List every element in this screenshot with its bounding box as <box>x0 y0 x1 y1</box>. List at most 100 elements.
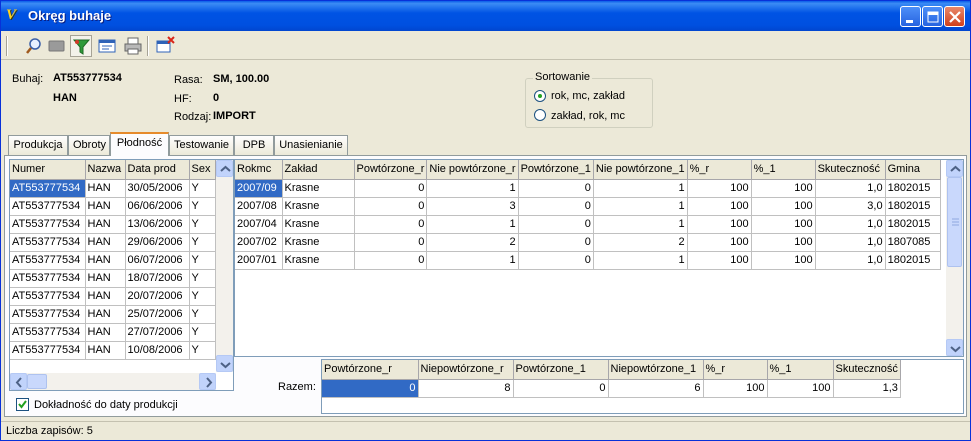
table-cell[interactable]: 1 <box>593 251 688 270</box>
totals-cell[interactable]: 1,3 <box>833 379 901 398</box>
table-row[interactable]: 2007/01 Krasne 0 1 0 1 100 100 1,0 1802015 <box>235 251 941 270</box>
table-cell[interactable]: Y <box>189 179 216 198</box>
totals-header-powtorzone-r[interactable]: Powtórzone_r <box>322 360 419 380</box>
scroll-up-button[interactable] <box>946 160 963 177</box>
table-cell[interactable]: 25/07/2006 <box>125 305 190 324</box>
table-row[interactable]: 2007/02 Krasne 0 2 0 2 100 100 1,0 1807085 <box>235 233 941 252</box>
table-cell[interactable]: 13/06/2006 <box>125 215 190 234</box>
table-cell[interactable]: 0 <box>354 179 428 198</box>
table-cell[interactable]: 0 <box>354 215 428 234</box>
table-row[interactable]: AT553777534 HAN 29/06/2006 Y <box>10 233 216 252</box>
table-cell[interactable]: 2 <box>426 233 519 252</box>
tab-unasienianie[interactable]: Unasienianie <box>274 135 348 155</box>
table-cell[interactable]: Y <box>189 341 216 360</box>
col-header-gmina[interactable]: Gmina <box>885 160 941 180</box>
totals-cell[interactable]: 100 <box>703 379 768 398</box>
vscroll-thumb[interactable] <box>947 177 962 267</box>
tab-obroty[interactable]: Obroty <box>68 135 110 155</box>
table-cell[interactable]: 1802015 <box>885 197 941 216</box>
scroll-down-button[interactable] <box>946 339 963 356</box>
col-header-skutecznosc[interactable]: Skuteczność <box>815 160 886 180</box>
totals-header-pct-r[interactable]: %_r <box>703 360 768 380</box>
scroll-right-button[interactable] <box>199 373 216 390</box>
table-cell[interactable]: AT553777534 <box>10 251 86 270</box>
table-cell[interactable]: 1802015 <box>885 251 941 270</box>
totals-cell[interactable]: 6 <box>608 379 704 398</box>
totals-cell[interactable]: 0 <box>322 379 419 398</box>
table-cell[interactable]: Y <box>189 305 216 324</box>
table-cell[interactable]: HAN <box>85 197 126 216</box>
table-cell[interactable]: 0 <box>518 233 594 252</box>
table-cell[interactable]: 0 <box>518 215 594 234</box>
table-cell[interactable]: HAN <box>85 269 126 288</box>
table-cell[interactable]: 29/06/2006 <box>125 233 190 252</box>
totals-header-powtorzone-1[interactable]: Powtórzone_1 <box>513 360 609 380</box>
table-cell[interactable]: AT553777534 <box>10 233 86 252</box>
table-row[interactable]: AT553777534 HAN 06/07/2006 Y <box>10 251 216 270</box>
form-button[interactable] <box>96 35 118 57</box>
table-row[interactable]: AT553777534 HAN 25/07/2006 Y <box>10 305 216 324</box>
table-cell[interactable]: 1802015 <box>885 179 941 198</box>
table-cell[interactable]: 100 <box>751 251 816 270</box>
totals-header-niepowtorzone-r[interactable]: Niepowtórzone_r <box>418 360 514 380</box>
table-row[interactable]: AT553777534 HAN 18/07/2006 Y <box>10 269 216 288</box>
table-cell[interactable]: 10/08/2006 <box>125 341 190 360</box>
table-cell[interactable]: Krasne <box>282 215 355 234</box>
tab-dpb[interactable]: DPB <box>234 135 274 155</box>
table-cell[interactable]: AT553777534 <box>10 179 86 198</box>
totals-header-pct-1[interactable]: %_1 <box>767 360 834 380</box>
table-cell[interactable]: AT553777534 <box>10 305 86 324</box>
table-cell[interactable]: 2007/02 <box>235 233 283 252</box>
table-cell[interactable]: 100 <box>687 197 752 216</box>
col-header-zaklad[interactable]: Zakład <box>282 160 355 180</box>
table-cell[interactable]: 06/07/2006 <box>125 251 190 270</box>
sort-option-zaklad-label[interactable]: zakład, rok, mc <box>551 110 625 122</box>
totals-cell[interactable]: 100 <box>767 379 834 398</box>
table-cell[interactable]: Krasne <box>282 179 355 198</box>
table-cell[interactable]: 100 <box>751 197 816 216</box>
table-row[interactable]: 2007/04 Krasne 0 1 0 1 100 100 1,0 1802015 <box>235 215 941 234</box>
table-cell[interactable]: HAN <box>85 251 126 270</box>
table-cell[interactable]: HAN <box>85 323 126 342</box>
table-cell[interactable]: 20/07/2006 <box>125 287 190 306</box>
table-cell[interactable]: 100 <box>687 179 752 198</box>
print-button[interactable] <box>122 35 144 57</box>
table-cell[interactable]: 27/07/2006 <box>125 323 190 342</box>
table-cell[interactable]: 1,0 <box>815 215 886 234</box>
table-cell[interactable]: 100 <box>751 215 816 234</box>
table-row[interactable]: AT553777534 HAN 13/06/2006 Y <box>10 215 216 234</box>
table-cell[interactable]: AT553777534 <box>10 341 86 360</box>
table-cell[interactable]: 06/06/2006 <box>125 197 190 216</box>
col-header-nazwa[interactable]: Nazwa <box>85 160 126 180</box>
table-cell[interactable]: 2007/09 <box>235 179 283 198</box>
fertility-grid[interactable]: Rokmc Zakład Powtórzone_r Nie powtórzone… <box>234 159 964 357</box>
table-cell[interactable]: HAN <box>85 287 126 306</box>
tab-produkcja[interactable]: Produkcja <box>8 135 68 155</box>
table-cell[interactable]: Y <box>189 323 216 342</box>
table-cell[interactable]: Y <box>189 269 216 288</box>
exit-button[interactable] <box>154 35 176 57</box>
table-cell[interactable]: HAN <box>85 305 126 324</box>
table-cell[interactable]: 0 <box>354 233 428 252</box>
table-row[interactable]: AT553777534 HAN 06/06/2006 Y <box>10 197 216 216</box>
table-cell[interactable]: 0 <box>354 251 428 270</box>
table-cell[interactable]: 1,0 <box>815 179 886 198</box>
production-date-checkbox[interactable] <box>16 398 29 411</box>
scroll-up-button[interactable] <box>216 160 233 177</box>
table-cell[interactable]: 1802015 <box>885 215 941 234</box>
table-cell[interactable]: AT553777534 <box>10 197 86 216</box>
table-cell[interactable]: 1,0 <box>815 233 886 252</box>
table-cell[interactable]: 2007/04 <box>235 215 283 234</box>
table-cell[interactable]: Y <box>189 233 216 252</box>
table-cell[interactable]: AT553777534 <box>10 323 86 342</box>
hscroll-thumb[interactable] <box>27 374 47 389</box>
col-header-powtorzone-1[interactable]: Powtórzone_1 <box>518 160 594 180</box>
table-cell[interactable]: Y <box>189 251 216 270</box>
table-row[interactable]: 2007/08 Krasne 0 3 0 1 100 100 3,0 1802015 <box>235 197 941 216</box>
title-bar[interactable]: V Okręg buhaje <box>1 1 970 31</box>
scroll-down-button[interactable] <box>216 355 233 372</box>
col-header-numer[interactable]: Numer <box>10 160 86 180</box>
table-cell[interactable]: 1807085 <box>885 233 941 252</box>
table-cell[interactable]: 100 <box>687 233 752 252</box>
filter-button[interactable] <box>70 35 92 57</box>
